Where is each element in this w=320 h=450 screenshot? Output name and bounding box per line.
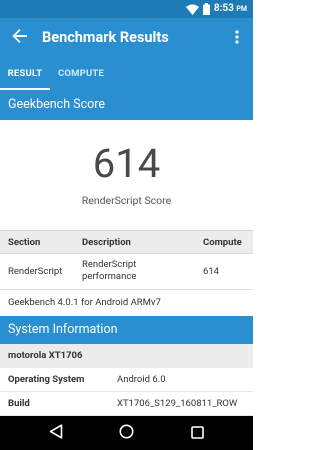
tab-bar: RESULT COMPUTE <box>0 58 253 90</box>
status-bar: 8:53 PM <box>0 0 253 18</box>
status-icons: 8:53 PM <box>185 0 247 19</box>
geekbench-score-header: Geekbench Score <box>0 90 253 120</box>
cell-description: RenderScript performance <box>82 259 137 282</box>
nav-recent-icon <box>190 424 204 443</box>
column-header-compute: Compute <box>203 237 242 248</box>
cell-section: RenderScript <box>8 266 63 277</box>
system-information-header: System Information <box>0 316 253 344</box>
nav-back-button[interactable] <box>48 423 64 443</box>
status-ampm: PM <box>236 5 247 13</box>
info-value: Android 6.0 <box>117 374 166 385</box>
results-table-header: Section Description Compute <box>0 230 253 254</box>
status-time: 8:53 PM <box>213 3 247 14</box>
score-panel: 614 RenderScript Score <box>0 120 253 230</box>
info-row-operating-system: Operating System Android 6.0 <box>0 368 253 392</box>
score-label: RenderScript Score <box>81 194 172 207</box>
info-key: Operating System <box>8 374 85 385</box>
nav-home-icon <box>119 424 134 443</box>
wifi-icon <box>185 0 199 19</box>
tab-result[interactable]: RESULT <box>0 58 50 90</box>
app-bar: Benchmark Results <box>0 18 253 58</box>
tab-compute[interactable]: COMPUTE <box>50 58 112 90</box>
more-vert-icon <box>235 29 239 48</box>
battery-icon <box>202 0 210 19</box>
back-button[interactable] <box>8 26 32 50</box>
column-header-section: Section <box>8 237 41 248</box>
navigation-bar <box>0 416 253 450</box>
cell-compute: 614 <box>203 266 220 277</box>
arrow-back-icon <box>12 28 28 48</box>
nav-recent-button[interactable] <box>189 425 205 441</box>
info-value: XT1706_S129_160811_ROW <box>117 398 238 409</box>
nav-home-button[interactable] <box>118 424 134 443</box>
info-row-build: Build XT1706_S129_160811_ROW <box>0 392 253 416</box>
page-title: Benchmark Results <box>42 29 169 46</box>
overflow-menu-button[interactable] <box>229 26 245 50</box>
score-value: 614 <box>92 140 161 187</box>
info-key: Build <box>8 398 30 409</box>
column-header-description: Description <box>82 237 131 248</box>
device-name: motorola XT1706 <box>0 344 253 368</box>
nav-back-icon <box>49 423 63 443</box>
table-row[interactable]: RenderScript RenderScript performance 61… <box>0 254 253 290</box>
version-text: Geekbench 4.0.1 for Android ARMv7 <box>8 297 161 308</box>
